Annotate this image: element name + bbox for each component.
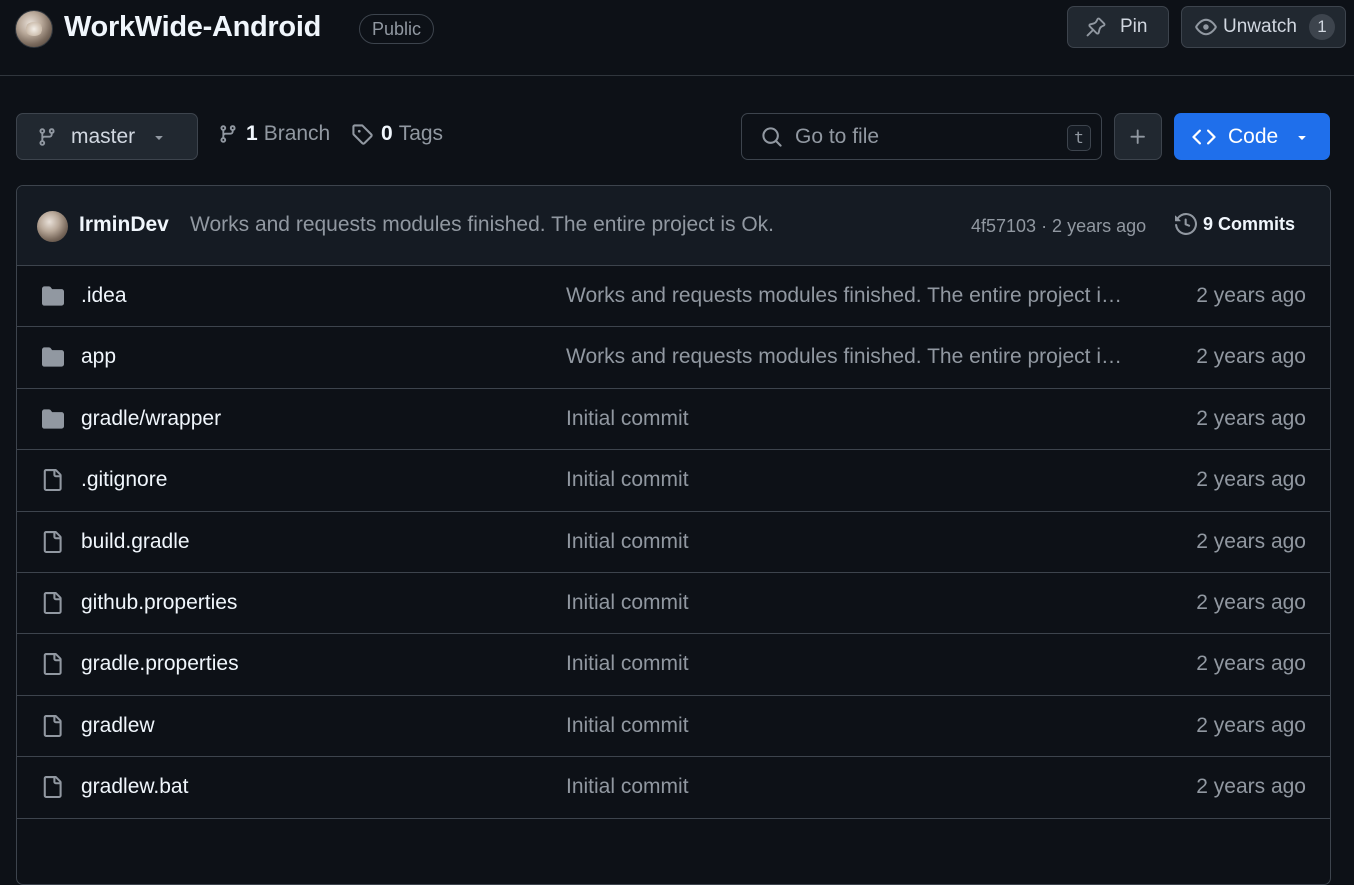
file-commit-message[interactable]: Initial commit	[566, 775, 1126, 799]
file-row[interactable]: build.gradle Initial commit 2 years ago	[17, 511, 1330, 573]
file-age: 2 years ago	[1196, 406, 1306, 430]
file-name[interactable]: build.gradle	[81, 530, 190, 554]
file-commit-message[interactable]: Initial commit	[566, 591, 1126, 615]
file-commit-message[interactable]: Initial commit	[566, 468, 1126, 492]
file-name[interactable]: github.properties	[81, 591, 237, 615]
unwatch-button[interactable]: Unwatch 1	[1181, 6, 1346, 48]
history-icon	[1175, 213, 1197, 235]
file-age: 2 years ago	[1196, 590, 1306, 614]
file-row[interactable]: .gitignore Initial commit 2 years ago	[17, 450, 1330, 512]
commit-message[interactable]: Works and requests modules finished. The…	[190, 213, 774, 237]
folder-icon	[41, 285, 65, 307]
file-icon	[41, 591, 63, 614]
shortcut-key: t	[1067, 125, 1091, 151]
file-name[interactable]: app	[81, 345, 116, 369]
search-placeholder: Go to file	[795, 124, 880, 148]
file-row[interactable]: github.properties Initial commit 2 years a…	[17, 572, 1330, 635]
code-label: Code	[1228, 124, 1279, 148]
unwatch-label: Unwatch	[1223, 16, 1297, 37]
file-icon	[41, 469, 63, 492]
file-table: IrminDev Works and requests modules fini…	[16, 185, 1331, 885]
file-icon	[41, 653, 63, 676]
git-branch-icon	[37, 127, 57, 147]
file-name[interactable]: gradle.properties	[81, 652, 239, 676]
pin-icon	[1086, 17, 1106, 37]
file-row[interactable]: gradlew.bat Initial commit 2 years ago	[17, 757, 1330, 819]
file-row[interactable]: gradle.properties Initial commit 2 years a…	[17, 634, 1330, 696]
pin-label: Pin	[1120, 16, 1148, 37]
file-commit-message[interactable]: Initial commit	[566, 652, 1126, 676]
file-row[interactable]: gradle/wrapper Initial commit 2 years ago	[17, 388, 1330, 451]
branch-name: master	[71, 124, 136, 148]
file-row[interactable]: app Works and requests modules finished. …	[17, 327, 1330, 389]
pin-button[interactable]: Pin	[1067, 6, 1169, 48]
file-age: 2 years ago	[1196, 529, 1306, 553]
repo-header: WorkWide-Android Public Pin Unwatch 1	[0, 0, 1354, 76]
file-name[interactable]: .idea	[81, 284, 127, 308]
commit-meta[interactable]: 4f57103 · 2 years ago	[971, 216, 1146, 237]
commits-link[interactable]: 9 Commits	[1175, 213, 1295, 235]
go-to-file-input[interactable]: Go to file t	[741, 113, 1102, 160]
code-icon	[1192, 125, 1216, 149]
file-list: .idea Works and requests modules finished…	[17, 266, 1330, 819]
tags-link[interactable]: 0 Tags	[351, 122, 443, 146]
file-age: 2 years ago	[1196, 652, 1306, 676]
plus-icon	[1128, 127, 1148, 147]
file-icon	[41, 530, 63, 553]
caret-down-icon	[151, 129, 167, 145]
file-age: 2 years ago	[1196, 468, 1306, 492]
file-row[interactable]: gradlew Initial commit 2 years ago	[17, 695, 1330, 758]
file-commit-message[interactable]: Initial commit	[566, 714, 1126, 738]
folder-icon	[41, 408, 65, 430]
file-name[interactable]: gradle/wrapper	[81, 407, 221, 431]
tag-label: Tags	[398, 122, 444, 145]
eye-icon	[1195, 16, 1217, 38]
file-commit-message[interactable]: Initial commit	[566, 407, 1126, 431]
branches-link[interactable]: 1 Branch	[218, 122, 330, 146]
caret-down-icon	[1294, 129, 1310, 145]
file-row[interactable]: .idea Works and requests modules finished…	[17, 266, 1330, 328]
branch-count: 1	[246, 122, 258, 145]
file-commit-message[interactable]: Works and requests modules finished. The…	[566, 284, 1126, 308]
file-age: 2 years ago	[1196, 775, 1306, 799]
file-age: 2 years ago	[1196, 345, 1306, 369]
visibility-badge: Public	[359, 14, 435, 44]
file-commit-message[interactable]: Works and requests modules finished. The…	[566, 345, 1126, 369]
file-icon	[41, 714, 63, 737]
folder-icon	[41, 346, 65, 368]
commit-author[interactable]: IrminDev	[79, 213, 169, 237]
code-button[interactable]: Code	[1174, 113, 1330, 160]
file-name[interactable]: gradlew.bat	[81, 775, 188, 799]
owner-avatar[interactable]	[15, 10, 53, 48]
watch-counter: 1	[1308, 14, 1335, 40]
file-commit-message[interactable]: Initial commit	[566, 530, 1126, 554]
tag-icon	[351, 123, 373, 145]
branch-label: Branch	[263, 122, 331, 145]
tag-count: 0	[381, 122, 393, 145]
git-branch-icon	[218, 124, 238, 144]
file-age: 2 years ago	[1196, 713, 1306, 737]
file-name[interactable]: .gitignore	[81, 468, 167, 492]
commits-label: 9 Commits	[1203, 213, 1296, 234]
file-name[interactable]: gradlew	[81, 714, 155, 738]
latest-commit-bar: IrminDev Works and requests modules fini…	[17, 186, 1330, 266]
add-file-button[interactable]	[1114, 113, 1162, 160]
branch-selector[interactable]: master	[16, 113, 198, 160]
file-icon	[41, 776, 63, 799]
commit-author-avatar[interactable]	[37, 211, 68, 242]
repo-title[interactable]: WorkWide-Android	[64, 11, 321, 44]
file-age: 2 years ago	[1196, 284, 1306, 307]
search-icon	[761, 126, 783, 148]
